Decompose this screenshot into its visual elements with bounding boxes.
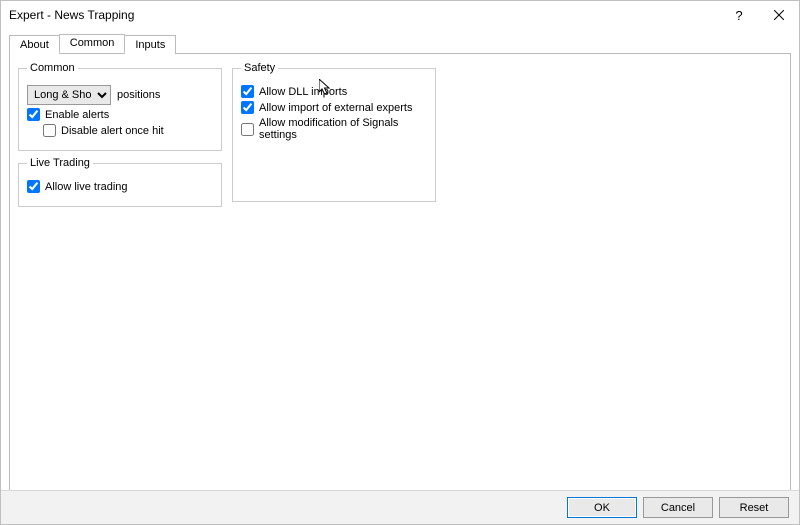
group-common: Common Long & Short positions Enable ale… — [18, 62, 222, 151]
allow-ext-experts-label: Allow import of external experts — [259, 102, 412, 114]
titlebar: Expert - News Trapping ? — [1, 1, 799, 29]
positions-label: positions — [117, 89, 160, 101]
allow-signals-mod-label: Allow modification of Signals settings — [259, 117, 427, 141]
group-legend: Common — [27, 62, 78, 74]
group-legend: Live Trading — [27, 157, 93, 169]
help-icon: ? — [735, 8, 742, 23]
window-title: Expert - News Trapping — [9, 8, 719, 22]
button-label: OK — [594, 502, 610, 514]
disable-alert-once-checkbox[interactable]: Disable alert once hit — [43, 124, 164, 137]
button-label: Reset — [740, 502, 769, 514]
button-label: Cancel — [661, 502, 695, 514]
tab-body-common: Common Long & Short positions Enable ale… — [9, 53, 791, 515]
allow-live-trading-input[interactable] — [27, 180, 40, 193]
enable-alerts-input[interactable] — [27, 108, 40, 121]
allow-live-trading-label: Allow live trading — [45, 181, 128, 193]
close-icon — [774, 10, 784, 20]
group-safety: Safety Allow DLL imports Allow import of… — [232, 62, 436, 202]
help-button[interactable]: ? — [719, 1, 759, 29]
allow-dll-input[interactable] — [241, 85, 254, 98]
positions-select[interactable]: Long & Short — [27, 85, 111, 105]
group-live-trading: Live Trading Allow live trading — [18, 157, 222, 207]
reset-button[interactable]: Reset — [719, 497, 789, 518]
dialog-content: About Common Inputs Common Long & Short … — [1, 29, 799, 490]
ok-button[interactable]: OK — [567, 497, 637, 518]
allow-ext-experts-input[interactable] — [241, 101, 254, 114]
close-button[interactable] — [759, 1, 799, 29]
tab-label: Common — [70, 37, 115, 49]
disable-alert-once-label: Disable alert once hit — [61, 125, 164, 137]
enable-alerts-checkbox[interactable]: Enable alerts — [27, 108, 109, 121]
tab-label: About — [20, 39, 49, 51]
allow-live-trading-checkbox[interactable]: Allow live trading — [27, 180, 128, 193]
allow-signals-mod-checkbox[interactable]: Allow modification of Signals settings — [241, 117, 427, 141]
allow-dll-checkbox[interactable]: Allow DLL imports — [241, 85, 347, 98]
tab-strip: About Common Inputs — [9, 33, 791, 52]
allow-signals-mod-input[interactable] — [241, 123, 254, 136]
tab-inputs[interactable]: Inputs — [124, 35, 176, 54]
group-legend: Safety — [241, 62, 278, 74]
tab-about[interactable]: About — [9, 35, 60, 54]
allow-dll-label: Allow DLL imports — [259, 86, 347, 98]
cancel-button[interactable]: Cancel — [643, 497, 713, 518]
tab-label: Inputs — [135, 39, 165, 51]
titlebar-buttons: ? — [719, 1, 799, 29]
disable-alert-once-input[interactable] — [43, 124, 56, 137]
enable-alerts-label: Enable alerts — [45, 109, 109, 121]
tab-common[interactable]: Common — [59, 34, 126, 53]
dialog-footer: OK Cancel Reset — [1, 490, 799, 524]
allow-ext-experts-checkbox[interactable]: Allow import of external experts — [241, 101, 412, 114]
